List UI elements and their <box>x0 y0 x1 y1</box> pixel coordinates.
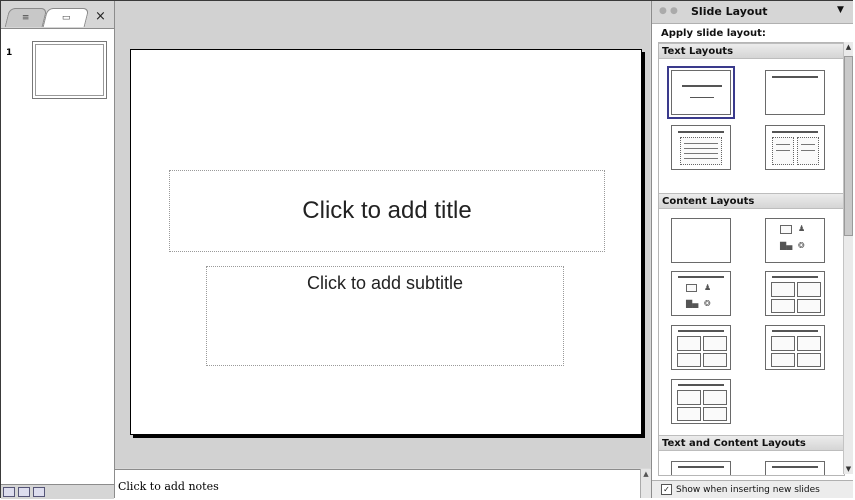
section-content-layouts: Content Layouts <box>659 193 844 209</box>
layout-title-text-and-content[interactable] <box>671 461 731 475</box>
slideshow-view-icon[interactable] <box>33 487 45 497</box>
task-pane-footer: ✓ Show when inserting new slides <box>652 480 853 498</box>
task-pane-scrollbar[interactable]: ▲ ▼ <box>843 42 853 474</box>
layout-title-slide[interactable] <box>667 66 735 119</box>
close-icon[interactable]: × <box>95 8 106 25</box>
slide-sorter-view-icon[interactable] <box>18 487 30 497</box>
layout-title-content-over-content[interactable] <box>671 325 731 370</box>
slide[interactable]: Click to add title Click to add subtitle <box>130 49 642 435</box>
tab-outline[interactable]: ≡ <box>4 8 48 27</box>
outline-tab-icon: ≡ <box>22 13 30 23</box>
subtitle-placeholder[interactable]: Click to add subtitle <box>206 266 564 366</box>
layout-title-and-content[interactable]: ♟ ▇▄ ❂ <box>671 271 731 316</box>
title-placeholder[interactable]: Click to add title <box>169 170 605 252</box>
notes-pane[interactable]: Click to add notes <box>115 469 640 499</box>
layout-title-and-4-content[interactable] <box>765 325 825 370</box>
notes-scrollbar[interactable]: ▲ <box>640 469 651 498</box>
task-pane: ● ● Slide Layout ▼ Apply slide layout: T… <box>651 1 853 498</box>
layout-content[interactable]: ♟ ▇▄ ❂ <box>765 218 825 263</box>
back-arrow-icon[interactable]: ● <box>659 6 667 16</box>
section-text-and-content-layouts: Text and Content Layouts <box>659 435 844 451</box>
chevron-down-icon[interactable]: ▼ <box>837 5 844 15</box>
forward-arrow-icon[interactable]: ● <box>670 6 678 16</box>
slide-thumbnail[interactable] <box>32 41 107 99</box>
section-text-layouts: Text Layouts <box>659 43 844 59</box>
pane-tab-strip: ≡ ▭ × <box>1 1 114 29</box>
scrollbar-thumb[interactable] <box>844 56 853 236</box>
notes-placeholder: Click to add notes <box>118 480 219 493</box>
slides-outline-pane: ≡ ▭ × 1 <box>1 1 115 498</box>
show-when-inserting-checkbox[interactable]: ✓ <box>661 484 672 495</box>
slide-canvas: Click to add title Click to add subtitle <box>115 1 650 468</box>
layout-blank[interactable] <box>671 218 731 263</box>
layout-title-only[interactable] <box>765 70 825 115</box>
layout-title-content-and-text[interactable] <box>765 461 825 475</box>
layout-title-two-column-text[interactable] <box>765 125 825 170</box>
normal-view-icon[interactable] <box>3 487 15 497</box>
view-buttons-bar <box>1 484 114 499</box>
slides-tab-icon: ▭ <box>61 13 71 23</box>
tab-slides[interactable]: ▭ <box>42 8 90 27</box>
layout-title-and-2-content[interactable] <box>765 271 825 316</box>
scroll-up-icon[interactable]: ▲ <box>844 42 853 52</box>
layout-title-and-4-content-alt[interactable] <box>671 379 731 424</box>
layout-list: Text Layouts Content Layouts ♟ ▇▄ ❂ ♟ ▇▄… <box>658 42 845 476</box>
scroll-down-icon[interactable]: ▼ <box>844 464 853 474</box>
layout-title-and-text[interactable] <box>671 125 731 170</box>
apply-layout-label: Apply slide layout: <box>661 28 766 39</box>
task-pane-title: Slide Layout <box>691 5 768 18</box>
task-pane-header: ● ● Slide Layout ▼ <box>652 1 853 24</box>
show-when-inserting-label: Show when inserting new slides <box>676 484 820 495</box>
slide-number: 1 <box>6 48 13 58</box>
